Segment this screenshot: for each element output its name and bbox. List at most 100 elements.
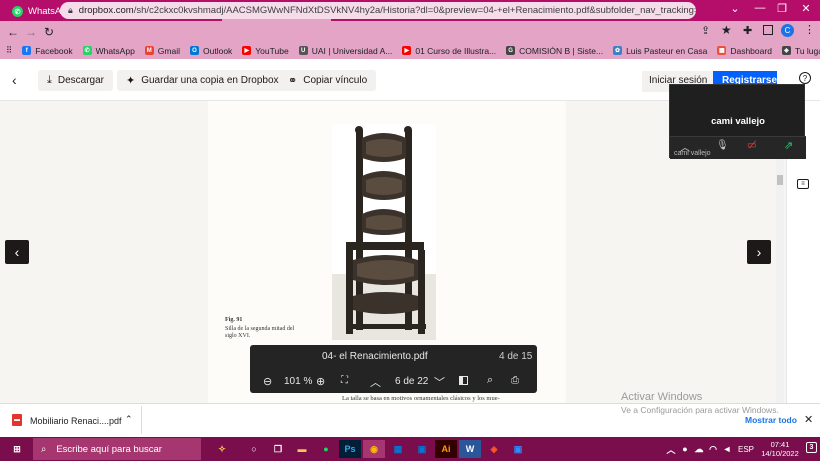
figure-label: Fig. 91 bbox=[225, 317, 243, 323]
bookmark-label: WhatsApp bbox=[95, 45, 135, 56]
share-screen-icon[interactable]: ⇗ bbox=[784, 139, 793, 152]
clock-date: 14/10/2022 bbox=[761, 449, 799, 458]
zoom-out-icon[interactable]: ⊖ bbox=[263, 375, 272, 388]
extensions-icon[interactable]: ✚ bbox=[743, 24, 752, 37]
bookmark-star-icon[interactable]: ★ bbox=[721, 23, 732, 37]
apps-icon[interactable]: ⠿ bbox=[6, 45, 12, 56]
language-indicator[interactable]: ESP bbox=[735, 440, 757, 458]
close-window-icon[interactable]: ✕ bbox=[796, 2, 816, 15]
tray-expand-icon[interactable]: ︿ bbox=[665, 440, 677, 458]
bookmark-item[interactable]: U UAI | Universidad A... bbox=[298, 45, 393, 56]
previous-page-icon[interactable]: ︿ bbox=[370, 374, 381, 390]
next-page-icon[interactable]: ﹀ bbox=[434, 374, 445, 390]
bookmark-favicon-icon: ▶ bbox=[402, 46, 412, 55]
bookmark-label: Luis Pasteur en Casa bbox=[626, 45, 708, 56]
bookmark-label: Facebook bbox=[35, 45, 73, 56]
forward-icon[interactable]: → bbox=[22, 25, 40, 39]
dropbox-icon: ✦ bbox=[126, 75, 136, 87]
photoshop-icon[interactable]: Ps bbox=[339, 440, 361, 458]
bookmark-favicon-icon: ◈ bbox=[781, 46, 791, 55]
bookmark-item[interactable]: ▶ YouTube bbox=[242, 46, 289, 56]
bookmark-item[interactable]: ▶ 01 Curso de Illustra... bbox=[402, 46, 496, 56]
whatsapp-icon: ✆ bbox=[12, 6, 23, 17]
taskbar-search[interactable]: ⌕ Escribe aquí para buscar bbox=[33, 438, 201, 460]
bookmarks-bar: ⠿ f Facebook ✆ WhatsApp M Gmail O Outlook ▶ YouTub… bbox=[0, 42, 820, 59]
notifications-icon[interactable]: 3 bbox=[803, 440, 819, 458]
pdf-controls: 04- el Renacimiento.pdf 4 de 15 ⊖ 101 % … bbox=[250, 345, 537, 393]
search-icon[interactable]: ⌕ bbox=[487, 374, 493, 387]
thumbnails-icon[interactable] bbox=[459, 376, 468, 385]
search-icon: ⌕ bbox=[41, 443, 47, 455]
mic-tray-icon[interactable]: ● bbox=[679, 440, 691, 458]
copy-link-button[interactable]: ⚭ Copiar vínculo bbox=[279, 70, 377, 91]
bookmark-item[interactable]: G COMISIÓN B | Siste... bbox=[506, 46, 603, 56]
zoom-in-icon[interactable]: ⊕ bbox=[316, 375, 325, 388]
notification-count: 3 bbox=[806, 442, 817, 453]
fit-screen-icon[interactable]: ⛶ bbox=[341, 375, 348, 386]
profile-avatar[interactable]: C bbox=[781, 24, 794, 37]
calculator-icon[interactable]: ▦ bbox=[387, 440, 409, 458]
bookmark-favicon-icon: O bbox=[190, 46, 199, 55]
help-icon[interactable]: ? bbox=[799, 72, 811, 84]
show-all-downloads-link[interactable]: Mostrar todo bbox=[745, 415, 797, 425]
bookmark-item[interactable]: ◈Tu lugar fuera de la... bbox=[781, 45, 820, 56]
save-copy-button[interactable]: ✦ Guardar una copia en Dropbox bbox=[117, 70, 288, 91]
bookmark-label: Outlook bbox=[203, 45, 233, 56]
bookmark-item[interactable]: M Gmail bbox=[144, 46, 180, 56]
zoom-app-icon[interactable]: ▣ bbox=[507, 440, 529, 458]
menu-icon[interactable]: ⋮ bbox=[804, 23, 815, 36]
divider bbox=[141, 406, 142, 434]
zoom-controls: ︿ cami vallejo 🎙︎ ▭̸ ⇗ bbox=[670, 136, 806, 159]
file-explorer-icon[interactable]: ▬ bbox=[291, 440, 313, 458]
bookmark-label: UAI | Universidad A... bbox=[311, 45, 393, 56]
bookmark-favicon-icon: U bbox=[298, 46, 308, 55]
search-highlight-icon[interactable]: ✧ bbox=[202, 440, 242, 458]
restore-icon[interactable]: ❐ bbox=[772, 2, 792, 15]
bookmark-item[interactable]: O Outlook bbox=[190, 46, 232, 56]
zoom-video-overlay[interactable]: cami vallejo ︿ cami vallejo 🎙︎ ▭̸ ⇗ bbox=[669, 84, 806, 159]
caption-line: Silla de la segunda mitad del bbox=[225, 326, 295, 332]
store-icon[interactable]: ▣ bbox=[411, 440, 433, 458]
video-off-icon[interactable]: ▭̸ bbox=[747, 140, 756, 151]
windows-start-icon[interactable]: ⊞ bbox=[6, 440, 28, 458]
chrome-icon[interactable]: ◉ bbox=[363, 440, 385, 458]
illustrator-icon[interactable]: Ai bbox=[435, 440, 457, 458]
share-icon[interactable]: ⇪ bbox=[701, 24, 710, 37]
cloud-icon[interactable]: ☁ bbox=[693, 440, 705, 458]
reload-icon[interactable]: ↻ bbox=[40, 25, 58, 39]
print-icon[interactable]: ⎙ bbox=[511, 375, 519, 386]
close-downloads-icon[interactable]: ✕ bbox=[804, 413, 813, 426]
side-panel-icon[interactable] bbox=[763, 25, 773, 35]
next-file-button[interactable]: › bbox=[747, 240, 771, 264]
clock[interactable]: 07:41 14/10/2022 bbox=[758, 440, 802, 458]
bookmark-item[interactable]: ✆ WhatsApp bbox=[82, 45, 135, 56]
prev-file-button[interactable]: ‹ bbox=[5, 240, 29, 264]
taskbar-search-placeholder: Escribe aquí para buscar bbox=[56, 443, 162, 455]
volume-icon[interactable]: ◄ bbox=[721, 440, 733, 458]
bookmark-item[interactable]: ▦ Dashboard bbox=[717, 46, 772, 56]
activation-subtitle: Ve a Configuración para activar Windows. bbox=[621, 405, 779, 415]
app-icon[interactable]: ◈ bbox=[483, 440, 505, 458]
comment-icon[interactable]: ≡ bbox=[797, 179, 809, 189]
minimize-icon[interactable]: — bbox=[750, 2, 770, 14]
scrollbar-thumb[interactable] bbox=[777, 175, 783, 185]
download-button[interactable]: ⤓ Descargar bbox=[38, 70, 114, 91]
bookmark-item[interactable]: ✿ Luis Pasteur en Casa bbox=[613, 46, 707, 56]
microphone-icon[interactable]: 🎙︎ bbox=[716, 140, 729, 151]
word-icon[interactable]: W bbox=[459, 440, 481, 458]
task-view-icon[interactable]: ❐ bbox=[267, 440, 289, 458]
bookmark-item[interactable]: f Facebook bbox=[22, 45, 73, 56]
spotify-icon[interactable]: ● bbox=[315, 440, 337, 458]
scrollbar[interactable] bbox=[776, 158, 784, 403]
url-field[interactable]: 🔒︎ dropbox.com/sh/c2ckxc0kvshmadj/AACSMG… bbox=[60, 2, 696, 19]
tab-search-icon[interactable]: ⌄ bbox=[725, 2, 745, 15]
address-bar-row: ← → ↻ bbox=[0, 21, 820, 42]
cortana-icon[interactable]: ○ bbox=[243, 440, 265, 458]
download-options-icon[interactable]: ⌃ bbox=[125, 414, 133, 425]
download-filename[interactable]: Mobiliario Renaci....pdf bbox=[30, 416, 122, 426]
participant-name: cami vallejo bbox=[711, 116, 765, 127]
back-chevron-icon[interactable]: ‹ bbox=[12, 72, 17, 88]
bookmark-label: Tu lugar fuera de la... bbox=[794, 45, 820, 56]
network-icon[interactable]: ◠ bbox=[707, 440, 719, 458]
back-icon[interactable]: ← bbox=[4, 25, 22, 39]
